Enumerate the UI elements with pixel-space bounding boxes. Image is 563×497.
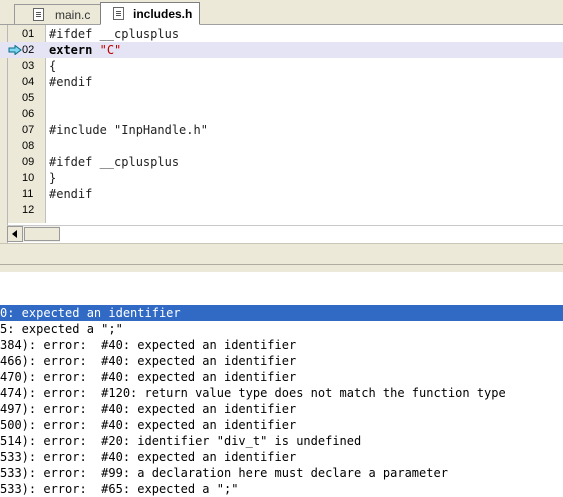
code-line[interactable]: 04 #endif (0, 74, 563, 90)
line-number: 07 (22, 124, 35, 136)
header-file-icon (113, 7, 124, 20)
horizontal-scrollbar[interactable] (7, 225, 563, 242)
scroll-left-button[interactable] (7, 226, 23, 242)
output-line[interactable]: 514): error: #20: identifier "div_t" is … (0, 433, 563, 449)
code-text: #include "InpHandle.h" (49, 123, 208, 137)
code-line[interactable]: 10} (0, 170, 563, 186)
splitter-line (0, 264, 563, 265)
line-number: 03 (22, 60, 35, 72)
code-line[interactable]: 05 (0, 90, 563, 106)
code-text: extern "C" (49, 42, 121, 58)
output-line[interactable]: 5: expected a ";" (0, 321, 563, 337)
build-output-panel[interactable]: 0: expected an identifier 5: expected a "… (0, 272, 563, 496)
scrollbar-track[interactable] (60, 226, 563, 242)
output-line[interactable]: 384): error: #40: expected an identifier (0, 337, 563, 353)
line-number: 05 (22, 92, 35, 104)
line-number: 12 (22, 204, 35, 216)
line-number: 01 (22, 28, 35, 40)
code-text: #endif (49, 187, 93, 201)
code-line[interactable]: 02 extern "C" (0, 42, 563, 58)
code-line[interactable]: 03 { (0, 58, 563, 74)
code-line[interactable]: 01 #ifdef __cplusplus (0, 26, 563, 42)
line-number: 04 (22, 76, 35, 88)
keyword-token: extern (49, 43, 93, 57)
code-line[interactable]: 08 (0, 138, 563, 154)
code-text: #ifdef __cplusplus (49, 27, 180, 41)
code-text: #ifdef __cplusplus (49, 155, 180, 169)
line-number: 08 (22, 140, 35, 152)
output-line[interactable]: 533): error: #65: expected a ";" (0, 481, 563, 497)
output-line[interactable]: 533): error: #99: a declaration here mus… (0, 465, 563, 481)
code-line[interactable]: 11 #endif (0, 186, 563, 202)
tab-includes-h[interactable]: includes.h (100, 2, 200, 25)
line-number: 09 (22, 156, 35, 168)
current-line-arrow-icon (8, 45, 22, 55)
output-line[interactable]: 497): error: #40: expected an identifier (0, 401, 563, 417)
line-number: 02 (22, 44, 35, 56)
code-line[interactable]: 06 (0, 106, 563, 122)
pane-splitter[interactable] (0, 243, 563, 273)
code-text: { (49, 59, 57, 73)
line-number: 06 (22, 108, 35, 120)
line-number: 11 (22, 188, 34, 200)
code-line[interactable]: 12 (0, 202, 563, 218)
code-text: } (49, 171, 57, 185)
output-line[interactable]: 533): error: #40: expected an identifier (0, 449, 563, 465)
c-file-icon (33, 8, 44, 21)
string-token: "C" (99, 43, 122, 57)
tab-label: includes.h (133, 6, 193, 21)
output-line[interactable]: 500): error: #40: expected an identifier (0, 417, 563, 433)
output-line[interactable]: 474): error: #120: return value type doe… (0, 385, 563, 401)
code-line[interactable]: 09 #ifdef __cplusplus (0, 154, 563, 170)
editor-tab-bar: main.c includes.h (0, 0, 563, 25)
scrollbar-thumb[interactable] (24, 227, 60, 241)
code-editor[interactable]: 01 #ifdef __cplusplus 02 extern "C" 03 {04 #en… (0, 25, 563, 243)
tab-label: main.c (55, 7, 91, 22)
code-line[interactable]: 07 #include "InpHandle.h" (0, 122, 563, 138)
tab-main-c[interactable]: main.c (14, 4, 104, 24)
output-line[interactable]: 466): error: #40: expected an identifier (0, 353, 563, 369)
output-line[interactable]: 470): error: #40: expected an identifier (0, 369, 563, 385)
code-text: #endif (49, 75, 93, 89)
line-number: 10 (22, 172, 35, 184)
output-line-selected[interactable]: 0: expected an identifier (0, 305, 563, 321)
